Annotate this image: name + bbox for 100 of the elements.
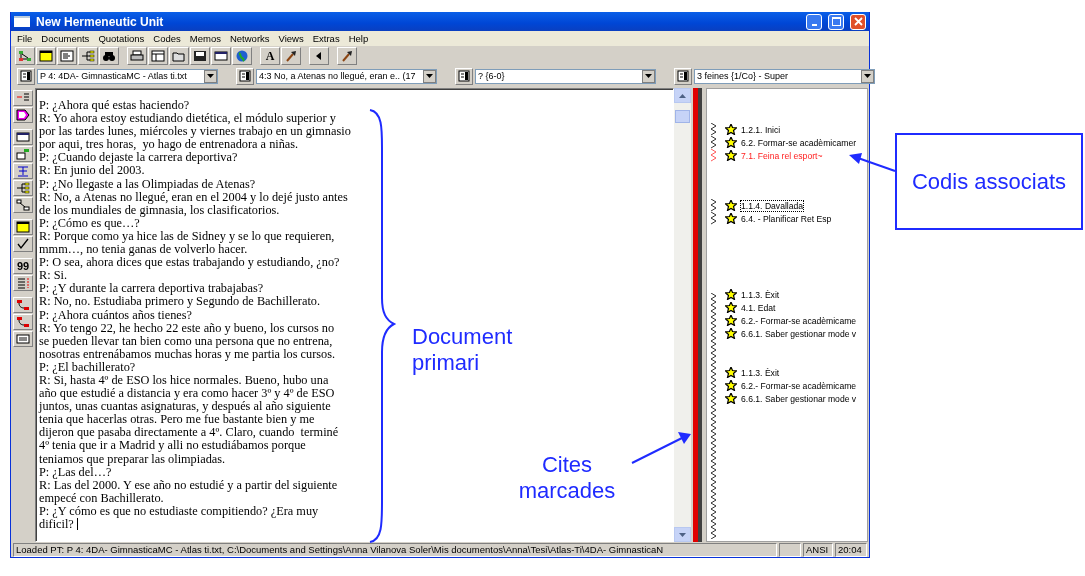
menu-item[interactable]: Documents	[41, 33, 90, 44]
code-label[interactable]: 6.6.1. Saber gestionar mode v	[741, 328, 857, 339]
annotation-label: Cites marcades	[517, 452, 617, 504]
text-line: R: No, no. Estudiaba primero y Segundo de Bachillerato.	[39, 295, 321, 309]
network-icon	[18, 50, 32, 62]
toolbar-button[interactable]	[13, 197, 33, 213]
text-line: 4º tenia que ir a Madrid y alli no estudiábamos porque	[39, 439, 306, 453]
document-text-area[interactable]	[35, 88, 674, 542]
code-label[interactable]: 1.2.1. Inici	[741, 124, 781, 135]
scroll-up-button[interactable]	[674, 88, 691, 103]
save-icon	[193, 50, 207, 62]
toolbar-button[interactable]: 99	[13, 258, 33, 274]
text-cursor-icon	[16, 165, 30, 177]
text-line: P: ¿Ahora qué estas haciendo?	[39, 99, 190, 113]
status-encoding: ANSI	[803, 542, 833, 557]
document-icon	[20, 70, 32, 82]
code-label[interactable]: 6.2.- Formar-se acadèmicame	[741, 380, 857, 391]
dropdown-arrow-icon	[207, 74, 214, 78]
code-icon	[725, 150, 737, 161]
window-icon	[16, 131, 30, 143]
tag-icon	[16, 109, 30, 121]
list-icon	[16, 277, 30, 289]
minimize-icon	[811, 23, 817, 26]
manager-button[interactable]	[674, 67, 692, 85]
dropdown-arrow-icon	[426, 74, 433, 78]
code-icon	[725, 213, 737, 224]
toolbar-button[interactable]: A	[260, 47, 280, 65]
toolbar-button[interactable]	[309, 47, 329, 65]
text-line: R: No, a Atenas no llegué, eran en el 2004 y lo dejé justo antes	[39, 190, 348, 204]
dropdown[interactable]: ? {6-0}	[475, 68, 656, 84]
menu-item[interactable]: Quotations	[98, 33, 145, 44]
menu-item[interactable]: Networks	[229, 33, 270, 44]
close-icon	[853, 17, 863, 26]
text-line: R: En junio del 2003.	[39, 164, 145, 178]
toolbar-button[interactable]	[13, 236, 33, 252]
window-icon	[16, 333, 30, 345]
maximize-button[interactable]	[828, 13, 844, 30]
scrollbar[interactable]	[674, 88, 691, 542]
toolbar-button[interactable]	[281, 47, 301, 65]
code-icon	[725, 137, 737, 148]
code-icon	[725, 124, 737, 135]
dropdown[interactable]: P 4: 4DA- GimnasticaMC - Atlas ti.txt	[37, 68, 218, 84]
dropdown[interactable]: 3 feines {1/Co} - Super	[694, 68, 875, 84]
dropdown[interactable]: 4:3 No, a Atenas no llegué, eran e.. (17	[256, 68, 437, 84]
menu-item[interactable]: File	[17, 33, 33, 44]
window-icon	[39, 50, 53, 62]
text-line: año que estudié a distancia y era como hacer 3º y 4º de ESO	[39, 387, 335, 401]
minimize-button[interactable]	[806, 13, 822, 30]
arrow-list-icon	[16, 92, 30, 104]
menu-item[interactable]: Memos	[189, 33, 221, 44]
code-label[interactable]: 6.6.1. Saber gestionar mode v	[741, 393, 857, 404]
toolbar-button[interactable]	[13, 180, 33, 196]
status-time: 20:04	[835, 542, 867, 557]
toolbar-button[interactable]	[13, 219, 33, 235]
text-line: P: ¿Cómo es que…?	[39, 216, 140, 230]
toolbar-button[interactable]	[190, 47, 210, 65]
text-line: R: Porque como ya hice las de Sidney y se lo que requieren,	[39, 229, 335, 244]
text-line: empecé con Bachillerato.	[39, 491, 164, 505]
dropdown-arrow-icon	[645, 74, 652, 78]
code-label[interactable]: 7.1. Feina rel esport~	[741, 150, 823, 161]
code-label[interactable]: 1.1.3. Èxit	[741, 367, 780, 378]
code-label[interactable]: 6.2. Formar-se acadèmicamer	[741, 137, 857, 148]
text-line: por aqui, tres horas, yo hago de entrenadora a niñas.	[39, 138, 299, 152]
code-label[interactable]: 1.1.3. Èxit	[741, 289, 780, 300]
menu-item[interactable]: Help	[348, 33, 369, 44]
code-label[interactable]: 4.1. Edat	[741, 302, 776, 313]
toolbar-button[interactable]	[337, 47, 357, 65]
code-label[interactable]: 6.4. - Planificar Ret Esp	[741, 213, 832, 224]
maximize-icon	[831, 17, 841, 26]
toolbar-button[interactable]	[148, 47, 168, 65]
menu-item[interactable]: Views	[278, 33, 304, 44]
manager-button[interactable]	[455, 67, 473, 85]
menu-item[interactable]: Codes	[153, 33, 181, 44]
toolbar-button[interactable]	[211, 47, 231, 65]
scroll-down-button[interactable]	[674, 527, 691, 542]
scroll-thumb[interactable]	[675, 110, 690, 123]
toolbar-button[interactable]	[78, 47, 98, 65]
toolbar-button[interactable]	[99, 47, 119, 65]
tree-icon	[16, 182, 30, 194]
status-pane	[779, 542, 801, 557]
toolbar-button[interactable]	[13, 107, 33, 123]
down-arrow-icon	[679, 532, 686, 537]
code-label[interactable]: 1.1.4. Davallada	[741, 200, 804, 211]
manager-button[interactable]	[17, 67, 35, 85]
toolbar-button[interactable]	[36, 47, 56, 65]
close-button[interactable]	[850, 13, 866, 30]
toolbar-button[interactable]	[127, 47, 147, 65]
window-icon	[16, 221, 30, 233]
manager-button[interactable]	[236, 67, 254, 85]
status-message: Loaded PT: P 4: 4DA- GimnasticaMC - Atlas ti.txt, C:\Documents and Settings\Anna Vilanova Soler\Mis documentos\Anna\Tesi\Atlas-Ti\4DA- GimnasticaN	[13, 542, 777, 557]
code-label[interactable]: 6.2.- Formar-se acadèmicame	[741, 315, 857, 326]
text-line: tenia que hacerlas otras. Pero me fue bastante bien y me	[39, 413, 315, 427]
code-icon	[725, 315, 737, 326]
text-line: R: Yo ahora estoy estudiando dietética, el módulo superior y	[39, 112, 336, 126]
hammer-icon	[340, 50, 354, 62]
menu-item[interactable]: Extras	[312, 33, 340, 44]
code-icon	[725, 367, 737, 378]
toolbar-button[interactable]	[13, 129, 33, 145]
text-line: dijeron que pasaba directamente a 4º. Claro, cuando terminé	[39, 426, 339, 440]
window-icon	[14, 16, 30, 27]
